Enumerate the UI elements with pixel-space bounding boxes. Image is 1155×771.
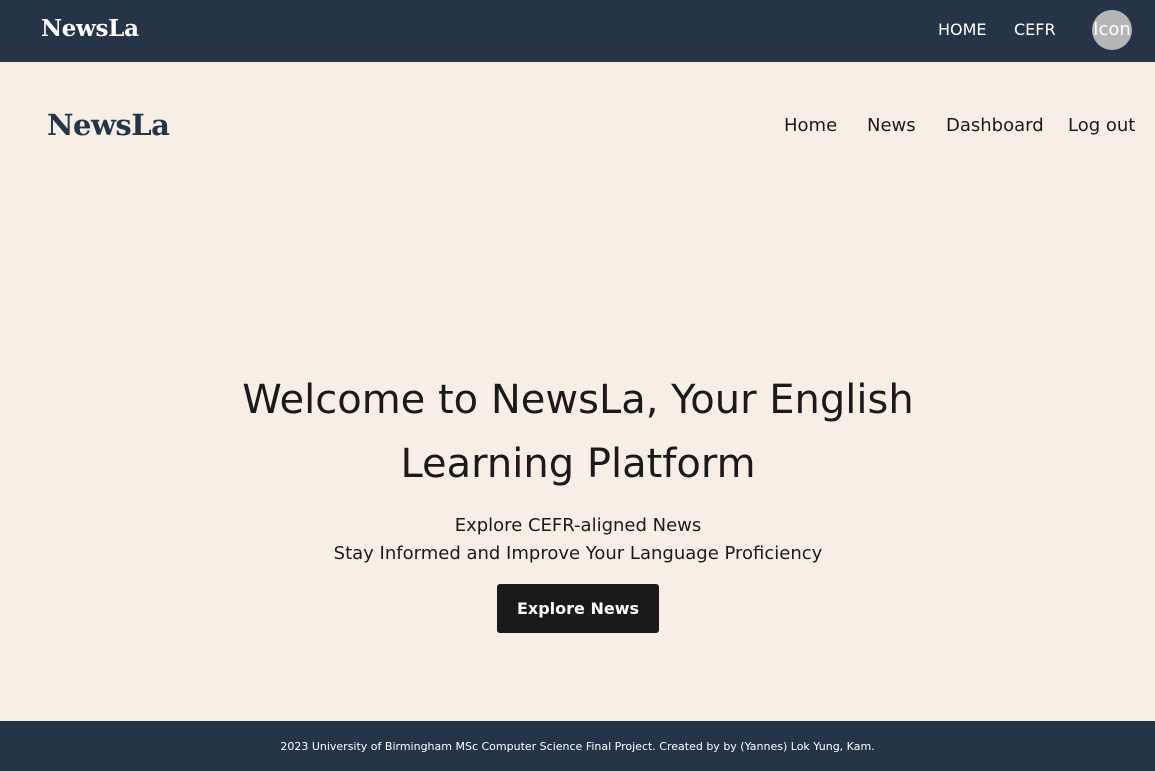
hero-subtitle-line-1: Explore CEFR-aligned News <box>454 515 702 536</box>
hero-title: Welcome to NewsLa, Your English Learning… <box>242 377 914 487</box>
nav-home-link[interactable]: Home <box>784 114 837 138</box>
explore-news-button[interactable]: Explore News <box>497 584 659 633</box>
header-brand-logo[interactable]: NewsLa <box>47 106 170 144</box>
nav-dashboard-link[interactable]: Dashboard <box>946 114 1044 138</box>
top-nav-home-link[interactable]: HOME <box>938 19 987 41</box>
top-nav-cefr-link[interactable]: CEFR <box>1014 19 1056 41</box>
nav-news-link[interactable]: News <box>867 114 916 138</box>
nav-logout-link[interactable]: Log out <box>1068 114 1135 138</box>
hero-subtitle-line-2: Stay Informed and Improve Your Language … <box>333 543 823 564</box>
footer-credit-text: 2023 University of Birmingham MSc Comput… <box>280 740 875 753</box>
footer: 2023 University of Birmingham MSc Comput… <box>0 721 1155 771</box>
top-navbar: NewsLa HOME CEFR Icon <box>0 0 1155 62</box>
top-brand-logo[interactable]: NewsLa <box>41 14 139 44</box>
user-avatar-icon[interactable]: Icon <box>1092 10 1132 50</box>
